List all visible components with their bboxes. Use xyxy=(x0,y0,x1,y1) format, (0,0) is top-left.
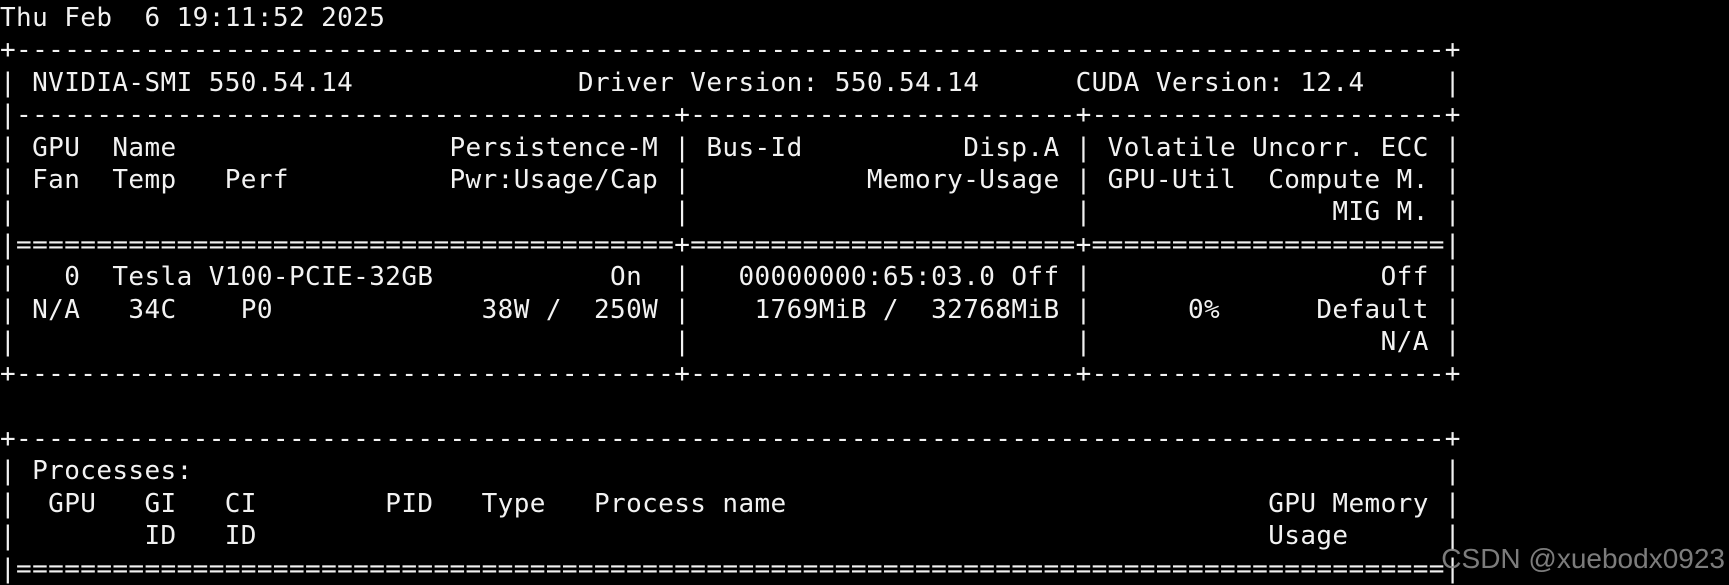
watermark-text: CSDN @xuebodx0923 xyxy=(1441,543,1725,574)
processes-header-line-1: | GPU GI CI PID Type Process name GPU Me… xyxy=(0,488,1461,519)
timestamp-line: Thu Feb 6 19:11:52 2025 xyxy=(0,3,386,33)
gpu-row-line-3: | | | N/A | xyxy=(0,326,1461,357)
column-header-line-2: | Fan Temp Perf Pwr:Usage/Cap | Memory-U… xyxy=(0,164,1461,195)
processes-header-line-2: | ID ID Usage | xyxy=(0,521,1461,552)
processes-double-separator: |=======================================… xyxy=(0,553,1461,584)
column-header-line-1: | GPU Name Persistence-M | Bus-Id Disp.A… xyxy=(0,132,1461,163)
version-header-line: | NVIDIA-SMI 550.54.14 Driver Version: 5… xyxy=(0,67,1461,98)
processes-top-border: +---------------------------------------… xyxy=(0,424,1461,455)
terminal-output: Thu Feb 6 19:11:52 2025 +----------------… xyxy=(0,2,1461,585)
gpu-row-line-2: | N/A 34C P0 38W / 250W | 1769MiB / 3276… xyxy=(0,294,1461,325)
column-header-line-3: | | | MIG M. | xyxy=(0,197,1461,228)
table-top-border: +---------------------------------------… xyxy=(0,35,1461,66)
gpu-row-line-1: | 0 Tesla V100-PCIE-32GB On | 00000000:6… xyxy=(0,262,1461,293)
header-separator: |---------------------------------------… xyxy=(0,100,1461,131)
header-double-separator: |=======================================… xyxy=(0,229,1461,260)
processes-title-line: | Processes: | xyxy=(0,456,1461,487)
table-bottom-border: +---------------------------------------… xyxy=(0,359,1461,390)
